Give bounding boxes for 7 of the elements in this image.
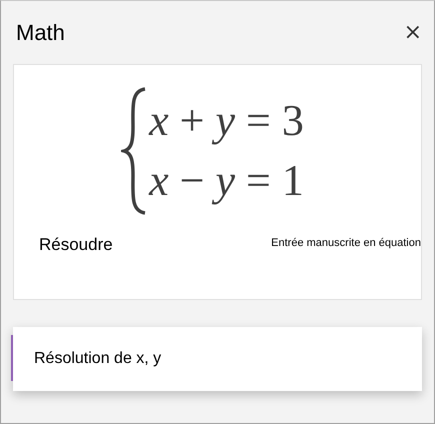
close-button[interactable]: × [400, 20, 426, 45]
equation: x − y = 1 [149, 155, 304, 207]
equation: x + y = 3 [149, 95, 304, 147]
solve-label: Résoudre [39, 235, 113, 255]
ink-equation-link[interactable]: Entrée manuscrite en équation [271, 237, 421, 249]
panel-title: Math [16, 20, 65, 46]
solve-option[interactable]: Résolution de x, y [13, 327, 422, 391]
